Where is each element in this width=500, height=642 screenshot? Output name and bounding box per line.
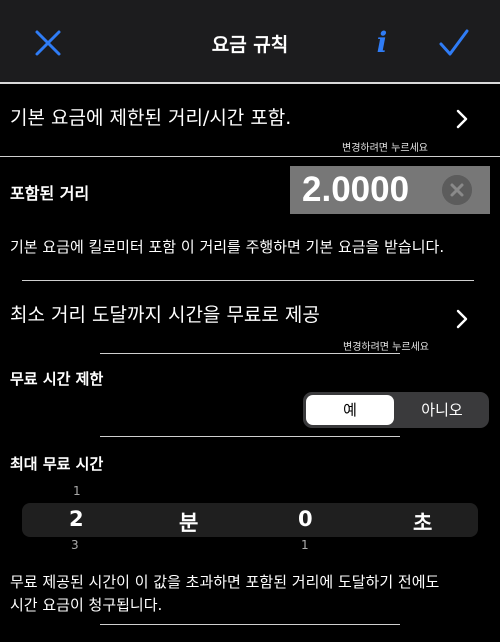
clear-icon[interactable] [442,175,472,205]
minutes-next-value[interactable]: 3 [71,538,79,552]
chevron-right-icon[interactable] [455,108,469,130]
included-distance-value[interactable]: 2.0000 [302,170,409,210]
time-picker[interactable] [22,503,478,537]
seconds-unit: 초 [413,511,433,535]
free-time-limit-label: 무료 시간 제한 [10,370,104,388]
checkmark-icon[interactable] [438,28,470,58]
footer-note-line2: 시간 요금이 청구됩니다. [10,596,163,614]
option-no[interactable]: 아니오 [398,395,486,425]
minutes-value[interactable]: 2 [69,507,84,531]
chevron-right-icon[interactable] [455,308,469,330]
minutes-prev-value[interactable]: 1 [73,484,81,498]
free-time-limit-toggle[interactable]: 예 아니오 [303,392,489,428]
included-distance-label: 포함된 거리 [10,184,90,203]
divider [100,353,400,354]
tap-to-change-hint: 변경하려면 누르세요 [343,342,429,353]
info-icon[interactable]: i [370,26,394,60]
footer-note-line1: 무료 제공된 시간이 이 값을 초과하면 포함된 거리에 도달하기 전에도 [10,573,440,591]
divider [22,280,474,281]
included-distance-description: 기본 요금에 킬로미터 포함 이 거리를 주행하면 기본 요금을 받습니다. [10,238,445,256]
free-time-row[interactable]: 최소 거리 도달까지 시간을 무료로 제공 [10,300,320,327]
seconds-next-value[interactable]: 1 [301,538,309,552]
option-yes[interactable]: 예 [306,395,394,425]
base-fare-limit-row[interactable]: 기본 요금에 제한된 거리/시간 포함. [10,103,291,130]
max-free-time-label: 최대 무료 시간 [10,455,104,473]
page-title: 요금 규칙 [211,34,289,56]
divider [100,624,400,625]
minutes-unit: 분 [179,511,199,535]
tap-to-change-hint: 변경하려면 누르세요 [342,143,428,154]
divider [0,156,500,157]
seconds-value[interactable]: 0 [298,507,313,531]
divider [100,436,400,437]
